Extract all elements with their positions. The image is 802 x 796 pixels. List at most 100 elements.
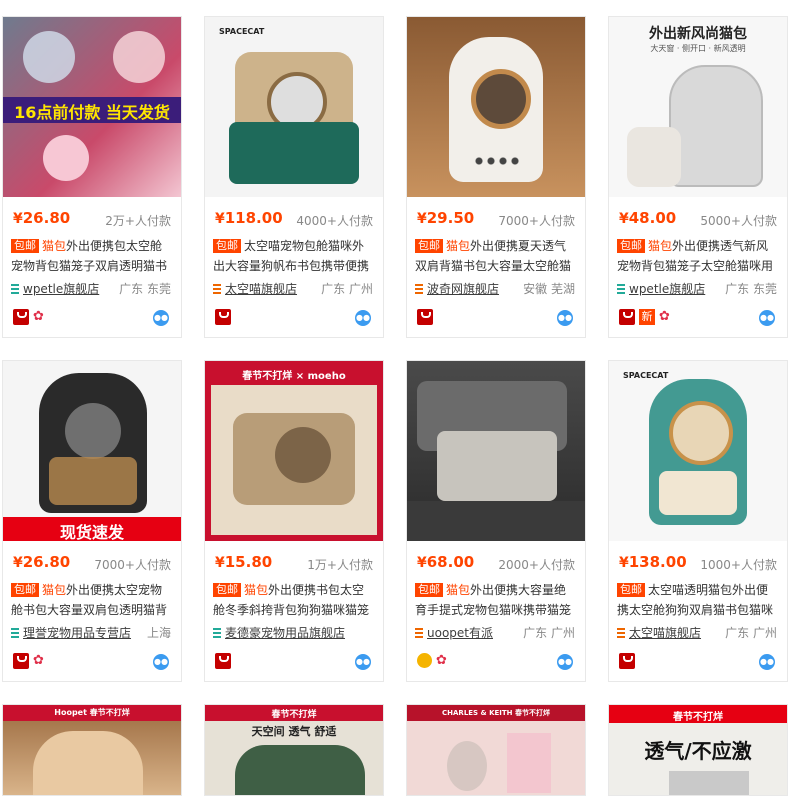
location: 上海: [146, 626, 171, 640]
flower-icon: ✿: [436, 653, 447, 668]
image-logo-text: SPACECAT: [219, 27, 265, 36]
sales-count: 1000+人付款: [700, 558, 777, 572]
product-title[interactable]: 包邮 猫包外出便携夏天透气双肩背猫书包大容量太空舱猫: [415, 236, 577, 276]
free-shipping-badge: 包邮: [213, 583, 241, 597]
image-banner-text: Hoopet 春节不打烊: [54, 708, 130, 717]
shop-icon: [11, 628, 19, 638]
price: ¥68.00: [417, 553, 475, 571]
shop-icon: [415, 628, 423, 638]
price: ¥15.80: [215, 553, 273, 571]
tmall-icon: [13, 653, 29, 669]
product-image[interactable]: 春节不打烊 透气/不应激: [608, 704, 788, 796]
product-title[interactable]: 包邮 太空喵透明猫包外出便携太空舱狗狗双肩猫书包猫咪: [617, 580, 779, 620]
product-title[interactable]: 包邮 太空喵宠物包舱猫咪外出大容量狗帆布书包携带便携: [213, 236, 375, 276]
product-title[interactable]: 包邮 猫包外出便携大容量绝育手提式宠物包猫咪携带猫笼: [415, 580, 577, 620]
wangwang-chat-icon[interactable]: ●●: [557, 654, 573, 670]
image-logo-text: SPACECAT: [623, 371, 669, 380]
tmall-icon: [417, 309, 433, 325]
sales-count: 5000+人付款: [700, 214, 777, 228]
shop-icon: [415, 284, 423, 294]
free-shipping-badge: 包邮: [11, 239, 39, 253]
price: ¥29.50: [417, 209, 475, 227]
shop-link[interactable]: wpetle旗舰店: [617, 280, 705, 297]
tmall-icon: [13, 309, 29, 325]
free-shipping-badge: 包邮: [11, 583, 39, 597]
wangwang-chat-icon[interactable]: ●●: [153, 310, 169, 326]
product-image[interactable]: CHARLES & KEITH 春节不打烊: [406, 704, 586, 796]
free-shipping-badge: 包邮: [213, 239, 241, 253]
shop-icon: [617, 628, 625, 638]
tmall-icon: [619, 309, 635, 325]
wangwang-chat-icon[interactable]: ●●: [759, 654, 775, 670]
product-card[interactable]: 16点前付款 当天发货 ¥26.80 2万+人付款 包邮 猫包外出便携包太空舱宠物…: [2, 16, 182, 338]
location: 广东 广州: [725, 626, 777, 640]
price: ¥48.00: [619, 209, 677, 227]
shop-link[interactable]: 理誉宠物用品专营店: [11, 624, 131, 641]
product-image[interactable]: 外出新风尚猫包 大天窗 · 侧开口 · 新风透明: [609, 17, 787, 197]
location: 广东 东莞: [119, 282, 171, 296]
shop-icon: [617, 284, 625, 294]
location: 安徽 芜湖: [523, 282, 575, 296]
shop-link[interactable]: 太空喵旗舰店: [617, 624, 701, 641]
shop-icon: [11, 284, 19, 294]
free-shipping-badge: 包邮: [617, 583, 645, 597]
product-card[interactable]: 春节不打烊 × moeho ¥15.80 1万+人付款 包邮 猫包外出便携书包太空…: [204, 360, 384, 682]
shop-link[interactable]: 麦德豪宠物用品旗舰店: [213, 624, 345, 641]
product-image[interactable]: SPACECAT: [205, 17, 383, 197]
shop-link[interactable]: 波奇网旗舰店: [415, 280, 499, 297]
sales-count: 7000+人付款: [94, 558, 171, 572]
shop-icon: [213, 284, 221, 294]
image-banner-subtext: 透气/不应激: [644, 739, 752, 763]
product-card[interactable]: SPACECAT ¥118.00 4000+人付款 包邮 太空喵宠物包舱猫咪外出大…: [204, 16, 384, 338]
wangwang-chat-icon[interactable]: ●●: [153, 654, 169, 670]
new-badge: 新: [639, 309, 655, 325]
location: 广东 广州: [523, 626, 575, 640]
flower-icon: ✿: [33, 309, 44, 324]
tmall-icon: [215, 309, 231, 325]
product-card[interactable]: ¥68.00 2000+人付款 包邮 猫包外出便携大容量绝育手提式宠物包猫咪携带猫…: [406, 360, 586, 682]
free-shipping-badge: 包邮: [415, 583, 443, 597]
image-banner-text: 16点前付款 当天发货: [14, 103, 170, 122]
product-card[interactable]: SPACECAT ¥138.00 1000+人付款 包邮 太空喵透明猫包外出便携太…: [608, 360, 788, 682]
free-shipping-badge: 包邮: [617, 239, 645, 253]
image-banner-text: 外出新风尚猫包: [649, 26, 747, 42]
product-image[interactable]: Hoopet 春节不打烊: [2, 704, 182, 796]
flower-icon: ✿: [659, 309, 670, 324]
product-image[interactable]: [407, 17, 585, 197]
product-image[interactable]: 春节不打烊 天空间 透气 舒适: [204, 704, 384, 796]
product-image[interactable]: 春节不打烊 × moeho: [205, 361, 383, 541]
product-image[interactable]: 现货速发: [3, 361, 181, 541]
gold-medal-icon: [417, 653, 432, 668]
product-title[interactable]: 包邮 猫包外出便携包太空舱宠物背包猫笼子双肩透明猫书: [11, 236, 173, 276]
price: ¥26.80: [13, 209, 71, 227]
product-card[interactable]: 现货速发 ¥26.80 7000+人付款 包邮 猫包外出便携太空宠物舱书包大容量双…: [2, 360, 182, 682]
image-banner-subtext: 大天窗 · 侧开口 · 新风透明: [650, 44, 746, 53]
shop-link[interactable]: uoopet有派: [415, 624, 493, 641]
sales-count: 2万+人付款: [105, 214, 171, 228]
product-card[interactable]: ¥29.50 7000+人付款 包邮 猫包外出便携夏天透气双肩背猫书包大容量太空舱…: [406, 16, 586, 338]
image-banner-text: 春节不打烊: [271, 710, 317, 720]
sales-count: 1万+人付款: [307, 558, 373, 572]
product-title[interactable]: 包邮 猫包外出便携书包太空舱冬季斜挎背包狗狗猫咪猫笼: [213, 580, 375, 620]
sales-count: 7000+人付款: [498, 214, 575, 228]
image-banner-text: 春节不打烊: [673, 712, 723, 723]
product-image[interactable]: 16点前付款 当天发货: [3, 17, 181, 197]
wangwang-chat-icon[interactable]: ●●: [355, 654, 371, 670]
price: ¥118.00: [215, 209, 283, 227]
wangwang-chat-icon[interactable]: ●●: [355, 310, 371, 326]
product-title[interactable]: 包邮 猫包外出便携太空宠物舱书包大容量双肩包透明猫背: [11, 580, 173, 620]
product-card[interactable]: 外出新风尚猫包 大天窗 · 侧开口 · 新风透明 ¥48.00 5000+人付款…: [608, 16, 788, 338]
wangwang-chat-icon[interactable]: ●●: [759, 310, 775, 326]
product-image[interactable]: SPACECAT: [609, 361, 787, 541]
sales-count: 2000+人付款: [498, 558, 575, 572]
wangwang-chat-icon[interactable]: ●●: [557, 310, 573, 326]
tmall-icon: [619, 653, 635, 669]
shop-link[interactable]: wpetle旗舰店: [11, 280, 99, 297]
free-shipping-badge: 包邮: [415, 239, 443, 253]
product-image[interactable]: [407, 361, 585, 541]
product-title[interactable]: 包邮 猫包外出便携透气新风宠物背包猫笼子太空舱猫咪用: [617, 236, 779, 276]
tmall-icon: [215, 653, 231, 669]
shop-link[interactable]: 太空喵旗舰店: [213, 280, 297, 297]
price: ¥26.80: [13, 553, 71, 571]
sales-count: 4000+人付款: [296, 214, 373, 228]
